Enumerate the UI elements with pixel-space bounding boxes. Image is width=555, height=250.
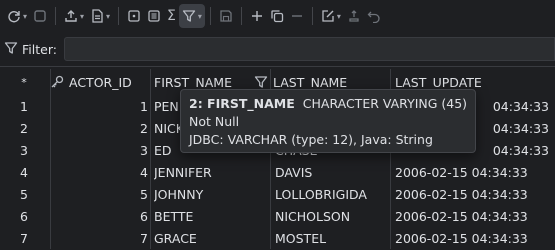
cell-first-name[interactable]: JOHNNY xyxy=(154,183,254,205)
column-header-label: ACTOR_ID xyxy=(69,74,132,90)
cell-actor-id[interactable]: 3 xyxy=(50,139,150,161)
row-number-header[interactable]: * xyxy=(0,69,50,95)
toolbar: ▾ ▾ ▾ Σ ▾ ▾ xyxy=(0,0,555,32)
column-info-tooltip: 2: FIRST_NAME CHARACTER VARYING (45) Not… xyxy=(180,89,476,153)
filter-icon xyxy=(4,41,18,58)
cell-last-update[interactable]: 2006-02-15 04:34:33 xyxy=(395,205,555,227)
table-row[interactable]: 6 6 BETTE NICHOLSON 2006-02-15 04:34:33 xyxy=(0,205,555,227)
refresh-icon xyxy=(7,9,21,23)
revert-button[interactable] xyxy=(364,4,384,28)
row-number[interactable]: 3 xyxy=(0,139,50,161)
cell-last-update[interactable]: 2006-02-15 04:34:33 xyxy=(395,227,555,249)
export-icon xyxy=(64,9,78,23)
filter-button[interactable]: ▾ xyxy=(178,4,205,28)
chevron-down-icon: ▾ xyxy=(336,11,341,21)
chevron-down-icon: ▾ xyxy=(23,11,28,21)
cell-last-update[interactable]: 2006-02-15 04:34:33 xyxy=(395,183,555,205)
toolbar-separator xyxy=(209,7,211,25)
tooltip-nullability: Not Null xyxy=(189,113,240,129)
row-number[interactable]: 5 xyxy=(0,183,50,205)
cell-last-update[interactable]: 2006-02-15 04:34:33 xyxy=(395,161,555,183)
cell-last-name[interactable]: MOSTEL xyxy=(275,227,390,249)
delete-row-button[interactable] xyxy=(287,4,307,28)
add-row-button[interactable] xyxy=(247,4,267,28)
cell-actor-id[interactable]: 1 xyxy=(50,95,150,117)
list-icon xyxy=(147,9,161,23)
cell-actor-id[interactable]: 6 xyxy=(50,205,150,227)
column-header-label: LAST_NAME xyxy=(273,74,348,90)
column-header-label: FIRST_NAME xyxy=(154,74,232,90)
save-button[interactable] xyxy=(216,4,236,28)
filter-icon xyxy=(182,9,196,23)
filter-bar: Filter: xyxy=(0,36,555,62)
column-header-label: LAST_UPDATE xyxy=(395,74,482,90)
document-icon xyxy=(90,9,104,23)
edit-button[interactable]: ▾ xyxy=(318,4,344,28)
save-icon xyxy=(219,9,233,23)
cell-actor-id[interactable]: 5 xyxy=(50,183,150,205)
cell-actor-id[interactable]: 2 xyxy=(50,117,150,139)
toolbar-separator xyxy=(118,7,120,25)
toolbar-separator xyxy=(311,7,313,25)
row-number[interactable]: 6 xyxy=(0,205,50,227)
pin-icon xyxy=(127,9,141,23)
stop-button[interactable] xyxy=(30,4,50,28)
filter-input[interactable] xyxy=(64,37,555,61)
cell-actor-id[interactable]: 4 xyxy=(50,161,150,183)
filter-label: Filter: xyxy=(22,41,57,57)
duplicate-row-button[interactable] xyxy=(267,4,287,28)
add-row-icon xyxy=(250,9,264,23)
toolbar-separator xyxy=(240,7,242,25)
table-row[interactable]: 5 5 JOHNNY LOLLOBRIGIDA 2006-02-15 04:34… xyxy=(0,183,555,205)
stop-icon xyxy=(33,9,47,23)
chevron-down-icon: ▾ xyxy=(80,11,85,21)
sum-icon: Σ xyxy=(167,8,176,24)
table-row[interactable]: 7 7 GRACE MOSTEL 2006-02-15 04:34:33 xyxy=(0,227,555,249)
key-icon xyxy=(50,75,64,89)
document-button[interactable]: ▾ xyxy=(87,4,113,28)
chevron-down-icon: ▾ xyxy=(197,11,202,21)
edit-icon xyxy=(321,9,335,23)
cell-first-name[interactable]: JENNIFER xyxy=(154,161,254,183)
divider xyxy=(0,66,555,67)
filter-icon xyxy=(254,75,268,89)
export-button[interactable]: ▾ xyxy=(61,4,87,28)
delete-row-icon xyxy=(290,9,304,23)
tooltip-column-name: 2: FIRST_NAME xyxy=(189,95,295,111)
column-header-actor-id[interactable]: ACTOR_ID xyxy=(50,69,150,95)
list-button[interactable] xyxy=(144,4,164,28)
chevron-down-icon: ▾ xyxy=(106,11,111,21)
pin-button[interactable] xyxy=(124,4,144,28)
upload-button[interactable] xyxy=(344,4,364,28)
duplicate-row-icon xyxy=(270,9,284,23)
row-number[interactable]: 4 xyxy=(0,161,50,183)
upload-icon xyxy=(347,9,361,23)
tooltip-jdbc: JDBC: VARCHAR (type: 12), Java: String xyxy=(189,131,433,147)
row-number[interactable]: 7 xyxy=(0,227,50,249)
revert-icon xyxy=(367,9,381,23)
refresh-button[interactable]: ▾ xyxy=(4,4,30,28)
table-row[interactable]: 4 4 JENNIFER DAVIS 2006-02-15 04:34:33 xyxy=(0,161,555,183)
tooltip-column-type: CHARACTER VARYING (45) xyxy=(302,95,468,111)
cell-last-name[interactable]: LOLLOBRIGIDA xyxy=(275,183,390,205)
row-number[interactable]: 2 xyxy=(0,117,50,139)
toolbar-separator xyxy=(55,7,57,25)
cell-last-name[interactable]: DAVIS xyxy=(275,161,390,183)
row-number[interactable]: 1 xyxy=(0,95,50,117)
tooltip-title-line: 2: FIRST_NAME CHARACTER VARYING (45) xyxy=(189,94,467,112)
sum-button[interactable]: Σ xyxy=(164,4,179,28)
cell-actor-id[interactable]: 7 xyxy=(50,227,150,249)
cell-first-name[interactable]: GRACE xyxy=(154,227,254,249)
cell-first-name[interactable]: BETTE xyxy=(154,205,254,227)
cell-last-name[interactable]: NICHOLSON xyxy=(275,205,390,227)
